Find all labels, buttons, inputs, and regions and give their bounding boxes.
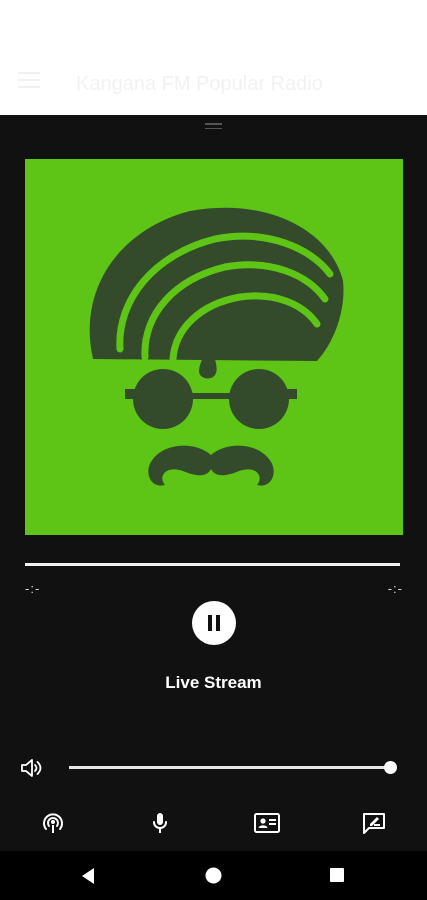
player-sheet: -:- -:- Live Stream	[0, 115, 427, 851]
microphone-icon[interactable]	[147, 811, 173, 835]
speaker-volume-icon[interactable]	[20, 757, 44, 779]
track-title: Live Stream	[165, 673, 262, 692]
feedback-icon[interactable]	[361, 811, 387, 835]
contact-card-icon[interactable]	[254, 811, 280, 835]
app-title: Kangana FM Popular Radio	[76, 73, 323, 95]
album-artwork	[25, 159, 403, 535]
turban-man-logo	[89, 207, 344, 486]
pause-icon	[208, 615, 212, 631]
recents-square-icon[interactable]	[329, 867, 345, 883]
volume-slider[interactable]	[69, 766, 390, 769]
system-navigation-bar	[0, 851, 427, 900]
app-bar: Kangana FM Popular Radio	[0, 0, 427, 115]
playback-progress-bar[interactable]	[25, 563, 400, 566]
volume-slider-thumb[interactable]	[384, 761, 397, 774]
back-triangle-icon[interactable]	[80, 867, 96, 885]
drag-handle[interactable]	[205, 123, 222, 129]
elapsed-time: -:-	[25, 581, 41, 596]
duration-time: -:-	[387, 581, 403, 596]
podcast-icon[interactable]	[40, 811, 66, 835]
hamburger-menu-icon[interactable]	[18, 72, 40, 88]
home-circle-icon[interactable]	[205, 867, 222, 884]
pause-button[interactable]	[192, 601, 236, 645]
